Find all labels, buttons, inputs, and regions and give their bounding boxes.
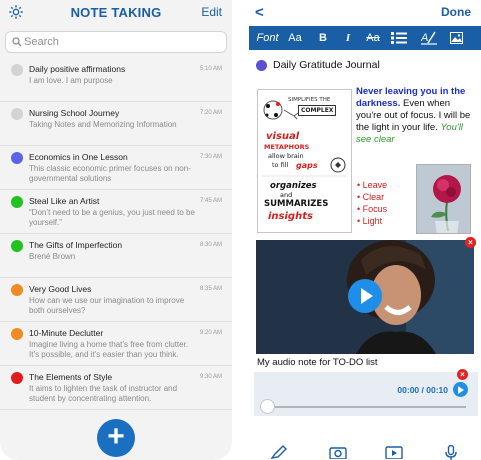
note-title: Very Good Lives xyxy=(29,284,92,294)
note-color-dot xyxy=(11,240,23,252)
note-color-dot xyxy=(11,196,23,208)
list-item[interactable]: 10-Minute Declutter 9:20 AM Imagine livi… xyxy=(0,322,232,366)
note-time: 7:30 AM xyxy=(199,154,222,160)
audio-note-label: My audio note for TO-DO list xyxy=(257,357,378,368)
note-preview: This classic economic primer focuses on … xyxy=(29,164,191,183)
camera-icon[interactable] xyxy=(329,445,347,459)
back-button[interactable]: < xyxy=(255,4,264,21)
video-icon[interactable] xyxy=(385,445,403,459)
sketch-text: METAPHORS xyxy=(264,143,310,151)
strikethrough-button[interactable]: Aa xyxy=(359,26,387,50)
note-preview: How can we use our imagination to improv… xyxy=(29,296,185,315)
bottom-toolbar xyxy=(249,442,481,460)
list-item[interactable]: Very Good Lives 8:35 AM How can we use o… xyxy=(0,278,232,322)
italic-button[interactable]: I xyxy=(337,26,359,50)
sketchnote-image: SIMPLIFIES THE COMPLEX visual METAPHORS … xyxy=(257,89,352,233)
note-editor-screen: < Done Font Aa B I Aa A Daily Gratitude … xyxy=(249,0,481,460)
font-size-button[interactable]: Aa xyxy=(281,26,309,50)
microphone-icon[interactable] xyxy=(445,445,457,460)
note-preview: It aims to lighten the task of instructo… xyxy=(29,384,178,403)
list-item[interactable]: Nursing School Journey 7:20 AM Taking No… xyxy=(0,102,232,146)
bullet-list: • Leave • Clear • Focus • Light xyxy=(357,179,387,227)
play-video-button[interactable] xyxy=(348,279,382,313)
edit-button[interactable]: Edit xyxy=(201,5,222,19)
list-header: NOTE TAKING Edit xyxy=(0,0,232,26)
note-color-dot[interactable] xyxy=(256,60,267,71)
note-time: 7:45 AM xyxy=(199,198,222,204)
sketch-text: allow brain xyxy=(268,152,304,160)
note-title: Steal Like an Artist xyxy=(29,196,100,206)
list-icon[interactable] xyxy=(387,26,411,50)
note-title: Daily positive affirmations xyxy=(29,64,126,74)
note-color-dot xyxy=(11,284,23,296)
sketch-text: visual xyxy=(266,131,300,142)
audio-player: 00:00 / 00:10 xyxy=(254,372,478,416)
note-title: Nursing School Journey xyxy=(29,108,120,118)
sketch-text: insights xyxy=(268,211,313,222)
note-time: 5:10 AM xyxy=(199,66,222,72)
note-time: 9:30 AM xyxy=(199,374,222,380)
note-preview: Taking Notes and Memorizing Information xyxy=(29,120,177,129)
font-button[interactable]: Font xyxy=(254,26,281,50)
audio-scrubber-track[interactable] xyxy=(266,406,466,408)
search-bar[interactable] xyxy=(5,31,227,53)
app-title: NOTE TAKING xyxy=(70,5,162,20)
note-list-screen: NOTE TAKING Edit Daily positive affirmat… xyxy=(0,0,232,460)
note-color-dot xyxy=(11,108,23,120)
note-time: 8:30 AM xyxy=(199,242,222,248)
flower-image xyxy=(416,164,471,234)
sketch-text: SIMPLIFIES THE xyxy=(288,97,331,103)
list-item[interactable]: Steal Like an Artist 7:45 AM “Don’t need… xyxy=(0,190,232,234)
note-color-dot xyxy=(11,64,23,76)
search-icon xyxy=(12,37,22,47)
audio-time: 00:00 / 00:10 xyxy=(397,385,448,395)
remove-video-button[interactable]: × xyxy=(465,237,476,248)
note-preview: I am love. I am purpose xyxy=(29,76,113,85)
sketch-text: gaps xyxy=(296,161,318,170)
note-time: 9:20 AM xyxy=(199,330,222,336)
play-audio-button[interactable] xyxy=(453,382,468,397)
notes-list: Daily positive affirmations 5:10 AM I am… xyxy=(0,58,232,410)
note-preview: Imagine living a home that’s free from c… xyxy=(29,340,189,359)
sketch-text: SUMMARIZES xyxy=(264,199,329,209)
note-time: 8:35 AM xyxy=(199,286,222,292)
note-title: 10-Minute Declutter xyxy=(29,328,104,338)
video-player[interactable] xyxy=(256,240,474,354)
quote-text: Never leaving you in the darkness. Even … xyxy=(356,86,478,146)
image-icon[interactable] xyxy=(447,26,465,50)
done-button[interactable]: Done xyxy=(441,5,471,19)
note-preview: “Don’t need to be a genius, you just nee… xyxy=(29,208,195,227)
svg-text:A: A xyxy=(421,32,428,44)
sketch-text: COMPLEX xyxy=(298,105,337,116)
list-item[interactable]: Daily positive affirmations 5:10 AM I am… xyxy=(0,58,232,102)
bullet-item: • Leave xyxy=(357,180,388,190)
note-title: Economics in One Lesson xyxy=(29,152,128,162)
search-input[interactable] xyxy=(24,34,220,50)
sketch-text: to fill xyxy=(272,161,289,169)
audio-scrubber-handle[interactable] xyxy=(260,399,275,414)
bullet-item: • Light xyxy=(357,216,383,226)
add-note-button[interactable]: + xyxy=(97,419,135,457)
note-preview: Brené Brown xyxy=(29,252,76,261)
bullet-item: • Clear xyxy=(357,192,385,202)
list-item[interactable]: The Gifts of Imperfection 8:30 AM Brené … xyxy=(0,234,232,278)
note-title: The Elements of Style xyxy=(29,372,113,382)
remove-audio-button[interactable]: × xyxy=(457,369,468,380)
bold-button[interactable]: B xyxy=(309,26,337,50)
format-toolbar: Font Aa B I Aa A xyxy=(249,26,481,50)
sketch-text: organizes xyxy=(270,181,317,191)
list-item[interactable]: Economics in One Lesson 7:30 AM This cla… xyxy=(0,146,232,190)
bullet-item: • Focus xyxy=(357,204,388,214)
pen-icon[interactable] xyxy=(271,445,287,459)
text-format-icon[interactable]: A xyxy=(411,26,447,50)
note-color-dot xyxy=(11,372,23,384)
list-item[interactable]: The Elements of Style 9:30 AM It aims to… xyxy=(0,366,232,410)
note-color-dot xyxy=(11,328,23,340)
note-time: 7:20 AM xyxy=(199,110,222,116)
note-title: The Gifts of Imperfection xyxy=(29,240,123,250)
note-color-dot xyxy=(11,152,23,164)
editor-header: < Done xyxy=(249,0,481,26)
note-title: Daily Gratitude Journal xyxy=(273,59,380,71)
note-title-row[interactable]: Daily Gratitude Journal xyxy=(256,58,476,74)
